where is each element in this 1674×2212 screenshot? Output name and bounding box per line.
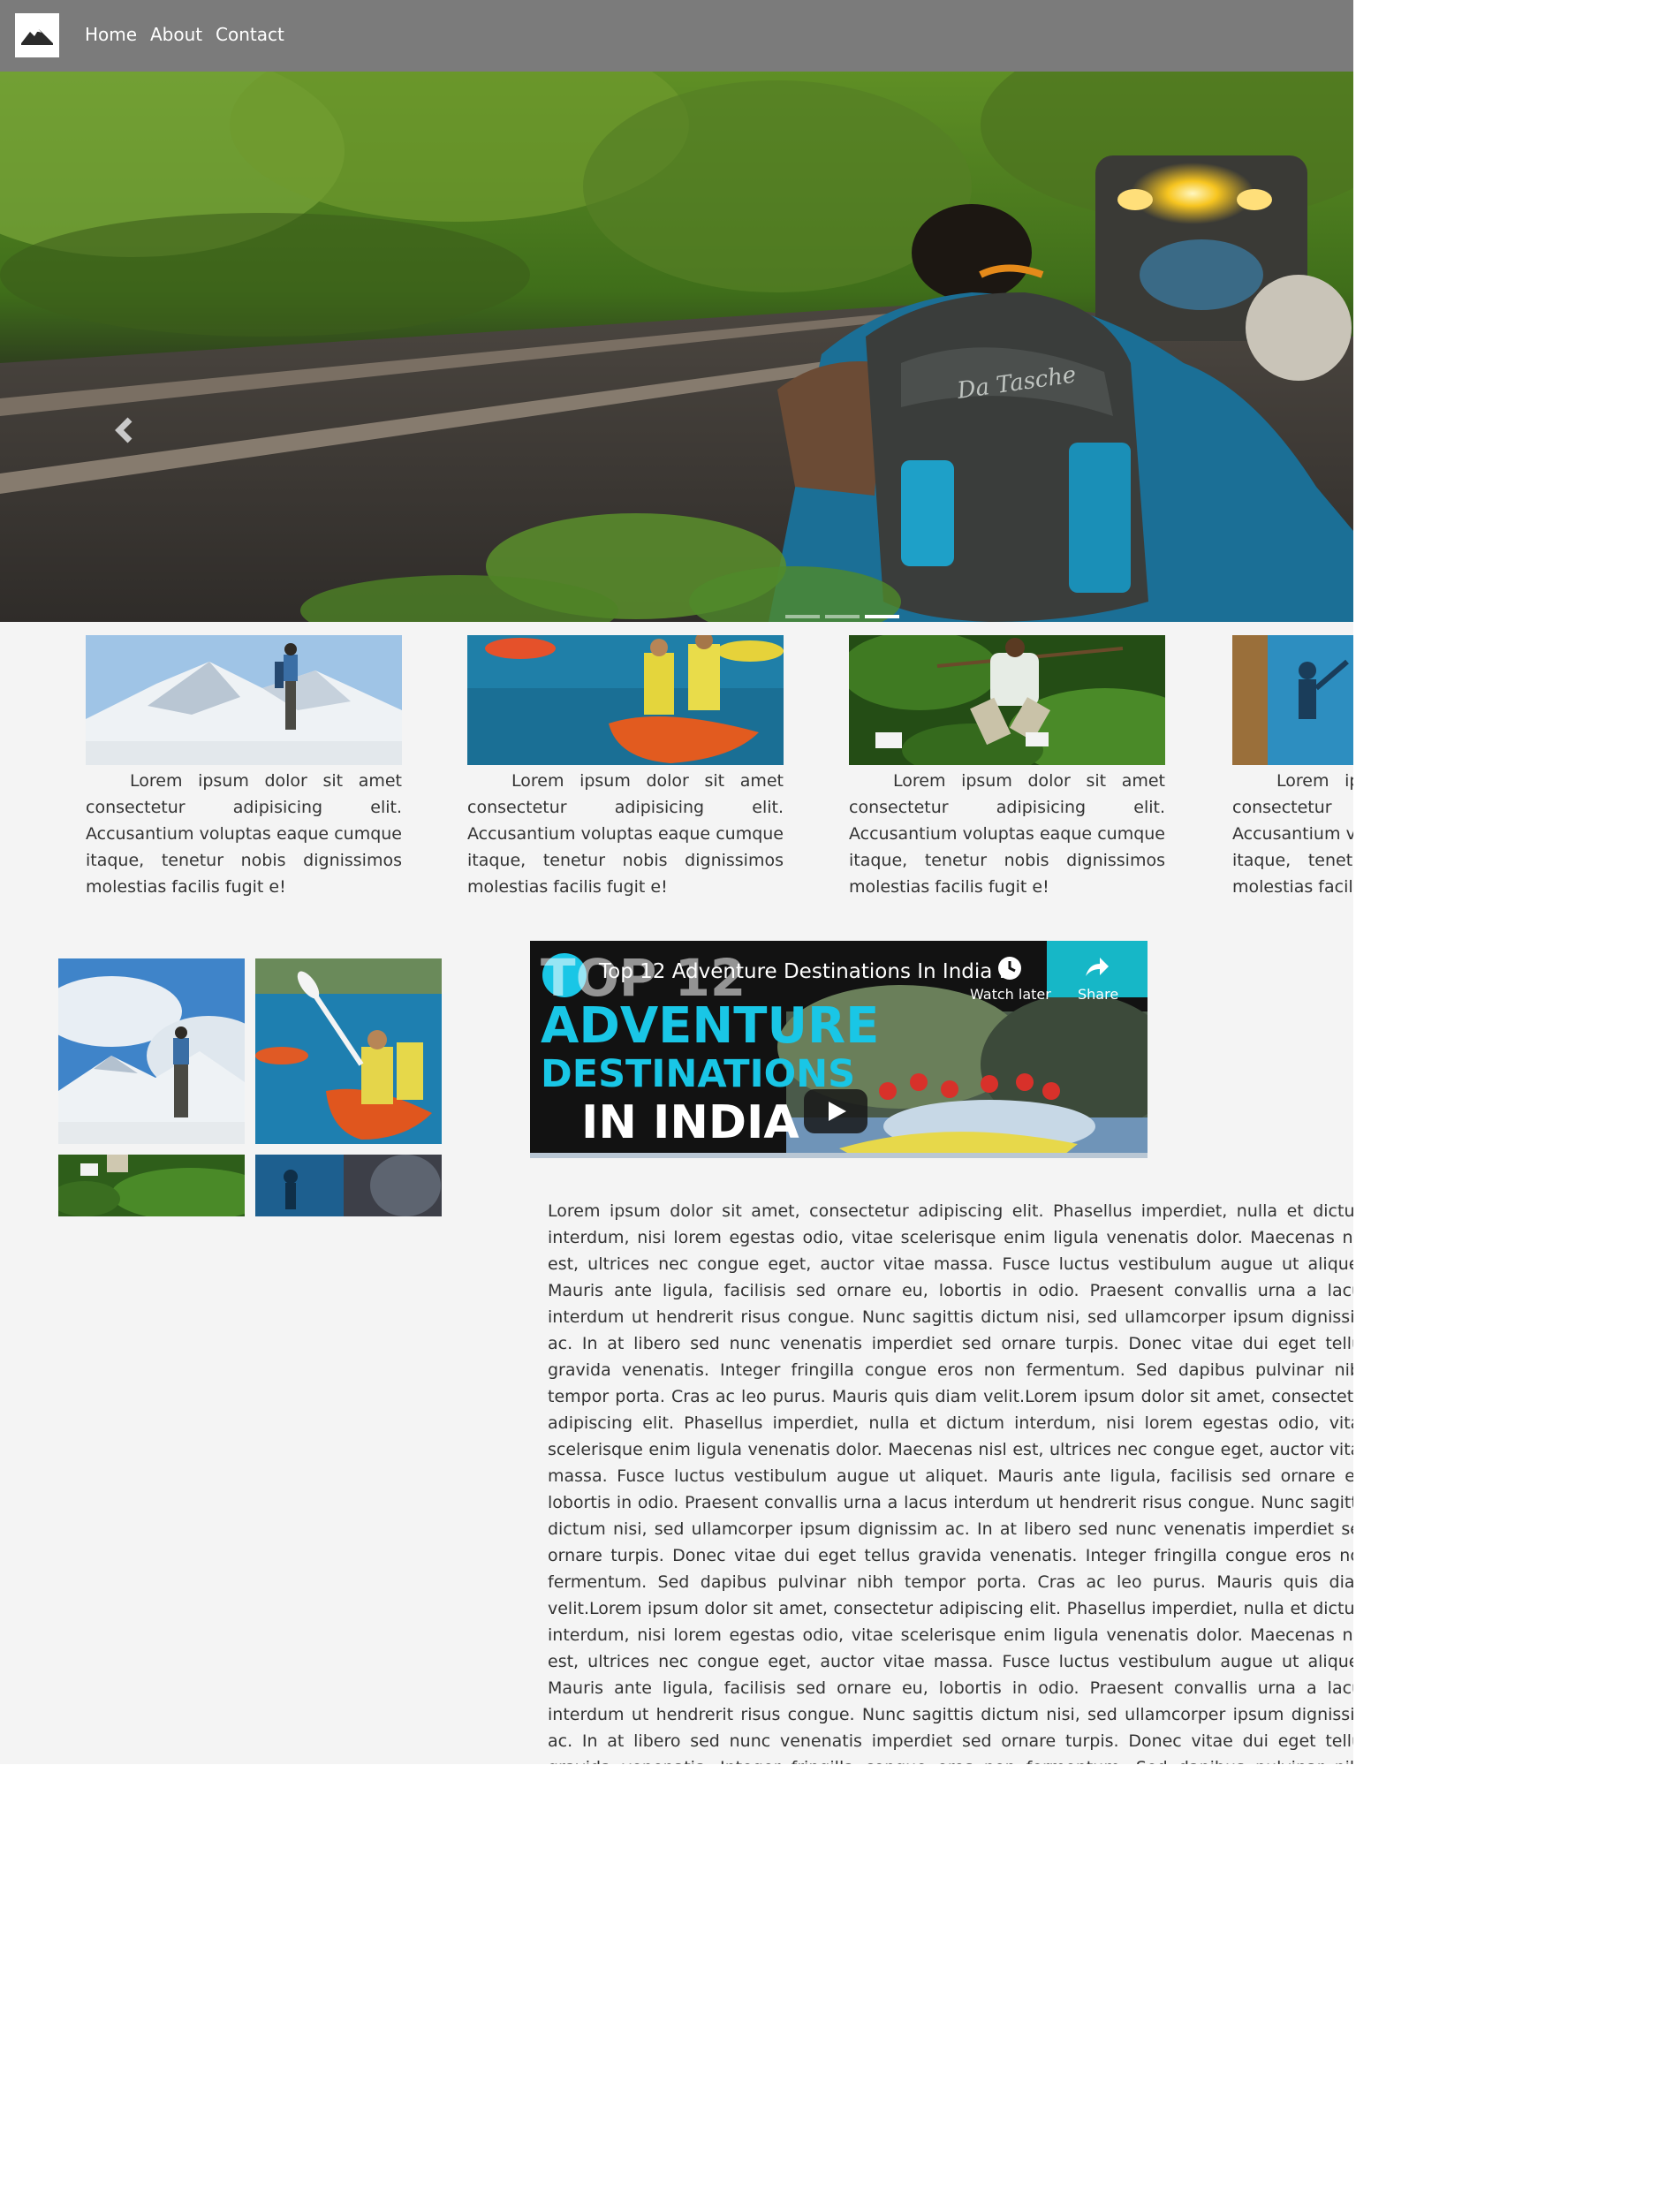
page: Home About Contact Da Tasche Lorem ipsum… bbox=[0, 0, 1353, 1764]
chevron-left-icon bbox=[115, 417, 133, 443]
card-text: Lorem ipsum dolor sit amet consectetur a… bbox=[849, 771, 1165, 897]
card-text: Lorem ipsum dolor sit amet consectetur a… bbox=[467, 771, 784, 897]
carousel-prev-button[interactable] bbox=[110, 413, 137, 448]
kayak-image bbox=[467, 635, 784, 765]
zipline-image bbox=[58, 1155, 245, 1216]
video-title[interactable]: Top 12 Adventure Destinations In India .… bbox=[599, 960, 1019, 983]
watch-later-button[interactable]: Watch later bbox=[970, 986, 1051, 1003]
play-button[interactable] bbox=[804, 1089, 867, 1133]
clock-icon[interactable] bbox=[996, 955, 1023, 981]
carousel-indicators bbox=[785, 615, 899, 618]
card-text: Lorem ipsum dolor sit amet consectetur a… bbox=[1232, 771, 1353, 897]
mountain-logo-icon bbox=[21, 29, 53, 45]
carousel-indicator-1[interactable] bbox=[785, 615, 820, 618]
nav-link-home[interactable]: Home bbox=[85, 24, 137, 45]
mountain-image bbox=[86, 635, 402, 765]
mountain-image bbox=[58, 958, 245, 1144]
climbing-image bbox=[255, 1155, 442, 1216]
nav-link-contact[interactable]: Contact bbox=[216, 24, 284, 45]
card-mountain: Lorem ipsum dolor sit amet consectetur a… bbox=[86, 635, 402, 900]
zipline-image bbox=[849, 635, 1165, 765]
climbing-image bbox=[1232, 635, 1353, 765]
card-zipline: Lorem ipsum dolor sit amet consectetur a… bbox=[849, 635, 1165, 900]
video-thumb-line2: ADVENTURE bbox=[541, 997, 880, 1055]
share-button[interactable]: Share bbox=[1078, 986, 1118, 1003]
card-kayak: Lorem ipsum dolor sit amet consectetur a… bbox=[467, 635, 784, 900]
card-climbing: Lorem ipsum dolor sit amet consectetur a… bbox=[1232, 635, 1353, 900]
logo[interactable] bbox=[15, 13, 59, 57]
hero-image: Da Tasche bbox=[0, 72, 1353, 622]
video-thumb-line4: IN INDIA bbox=[581, 1096, 799, 1149]
nav-link-about[interactable]: About bbox=[150, 24, 202, 45]
gallery-image-zipline[interactable] bbox=[58, 1155, 245, 1216]
article-text: Lorem ipsum dolor sit amet, consectetur … bbox=[548, 1201, 1353, 1764]
carousel-indicator-2[interactable] bbox=[825, 615, 860, 618]
navbar: Home About Contact bbox=[0, 0, 1353, 72]
hero-carousel: Da Tasche bbox=[0, 72, 1353, 622]
gallery-image-kayak[interactable] bbox=[255, 958, 442, 1144]
video-thumb-line3: DESTINATIONS bbox=[541, 1052, 856, 1096]
carousel-indicator-3[interactable] bbox=[865, 615, 899, 618]
gallery-image-mountain[interactable] bbox=[58, 958, 245, 1144]
share-icon[interactable] bbox=[1084, 955, 1110, 980]
card-text: Lorem ipsum dolor sit amet consectetur a… bbox=[86, 771, 402, 897]
gallery-image-climbing[interactable] bbox=[255, 1155, 442, 1216]
video-embed[interactable]: TOP 12 ADVENTURE DESTINATIONS IN INDIA T… bbox=[530, 941, 1148, 1158]
kayak-image bbox=[255, 958, 442, 1144]
